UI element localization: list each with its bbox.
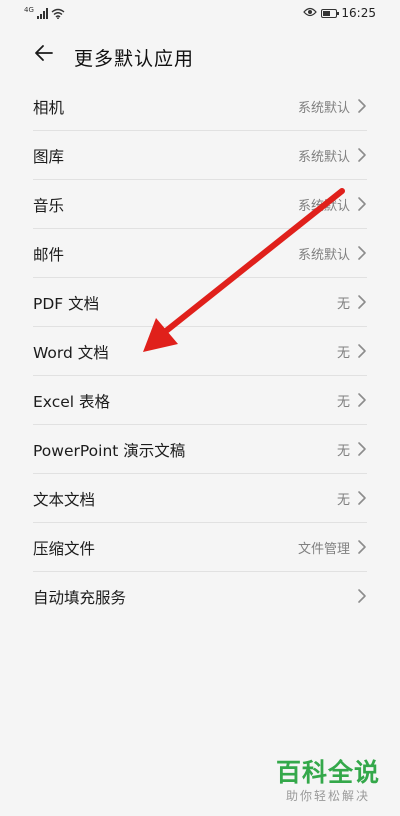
chevron-right-icon [357,490,367,506]
chevron-right-icon [357,245,367,261]
item-value: 系统默认 [297,150,350,165]
chevron-right-icon [357,539,367,555]
chevron-right-icon [357,343,367,359]
status-left: 4G [24,6,65,20]
page-title: 更多默认应用 [74,48,195,70]
list-item[interactable]: 图库 系统默认 [0,131,400,180]
back-button[interactable] [32,43,56,67]
item-value: 无 [336,346,350,361]
status-bar: 4G 16:25 [0,0,400,28]
item-value: 系统默认 [297,199,350,214]
item-label: PDF 文档 [33,295,100,313]
list-item[interactable]: PDF 文档 无 [0,278,400,327]
list-item[interactable]: 音乐 系统默认 [0,180,400,229]
item-label: 相机 [33,99,65,117]
signal-icon [36,4,49,23]
settings-list: 相机 系统默认 图库 系统默认 音乐 系统默认 邮件 系统默认 PDF 文档无 Word 文档无 E… [0,82,400,621]
watermark-subtitle: 助你轻松解决 [285,789,370,803]
chevron-right-icon [357,294,367,310]
item-label: 音乐 [33,197,65,215]
item-value: 文件管理 [297,542,350,557]
item-label: 图库 [33,148,65,166]
list-item[interactable]: 自动填充服务 [0,572,400,621]
chevron-right-icon [357,147,367,163]
item-label: 压缩文件 [33,540,96,558]
watermark-title: 百科全说 [275,758,380,787]
back-arrow-icon [34,44,54,66]
list-item[interactable]: 相机 系统默认 [0,82,400,131]
list-item[interactable]: Excel 表格 无 [0,376,400,425]
battery-icon [321,8,340,18]
chevron-right-icon [357,441,367,457]
item-label: 邮件 [33,246,65,264]
item-value: 无 [336,493,350,508]
status-time: 16:25 [341,6,376,20]
wifi-icon [51,4,65,23]
item-label: Word 文档 [33,344,109,362]
watermark: 百科全说 助你轻松解决 [272,758,384,804]
item-label: 自动填充服务 [33,589,127,607]
eye-icon [303,6,318,20]
list-item[interactable]: 压缩文件 文件管理 [0,523,400,572]
item-value: 无 [336,444,350,459]
item-value: 系统默认 [297,101,350,116]
list-item[interactable]: Word 文档 无 [0,327,400,376]
list-item[interactable]: PowerPoint 演示文稿 无 [0,425,400,474]
item-value: 无 [336,395,350,410]
chevron-right-icon [357,392,367,408]
item-value: 无 [336,297,350,312]
item-value: 系统默认 [297,248,350,263]
battery-fill [323,10,331,16]
chevron-right-icon [357,196,367,212]
chevron-right-icon [357,588,367,604]
list-item[interactable]: 邮件 系统默认 [0,229,400,278]
item-label: 文本文档 [33,491,96,509]
item-label: Excel 表格 [33,393,110,411]
chevron-right-icon [357,98,367,114]
item-label: PowerPoint 演示文稿 [33,442,186,460]
status-right: 16:25 [303,5,376,21]
header: 更多默认应用 [0,36,400,76]
network-type: 4G [24,6,34,14]
list-item[interactable]: 文本文档 无 [0,474,400,523]
